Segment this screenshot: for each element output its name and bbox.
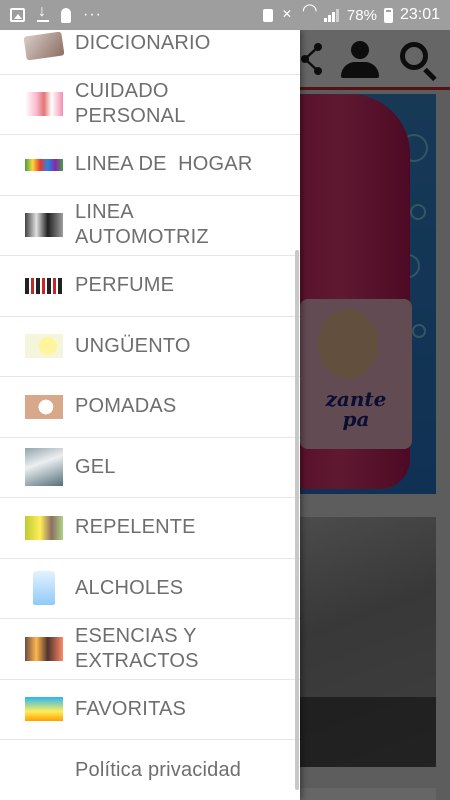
menu-item-label: DICCIONARIO bbox=[75, 32, 211, 55]
menu-item-label: PERFUME bbox=[75, 274, 175, 297]
menu-item-unguento[interactable]: UNGÜENTO bbox=[0, 317, 300, 377]
menu-item-label: LINEA DE HOGAR bbox=[75, 153, 253, 176]
menu-item-politica-privacidad[interactable]: Política privacidad bbox=[0, 740, 300, 800]
favorites-icon bbox=[25, 697, 63, 722]
status-left: ··· bbox=[10, 3, 102, 24]
gallery-icon bbox=[10, 8, 25, 22]
menu-item-label: Política privacidad bbox=[75, 758, 242, 781]
mute-icon bbox=[280, 7, 295, 22]
menu-item-label: FAVORITAS bbox=[75, 697, 187, 720]
battery-percent: 78% bbox=[346, 6, 377, 24]
menu-item-pomadas[interactable]: POMADAS bbox=[0, 377, 300, 438]
menu-item-repelente[interactable]: REPELENTE bbox=[0, 498, 300, 559]
dictionary-icon bbox=[23, 31, 65, 61]
notification-icon bbox=[61, 7, 71, 23]
menu-item-linea-hogar[interactable]: LINEA DE HOGAR bbox=[0, 135, 300, 196]
drawer-scrollbar[interactable] bbox=[295, 250, 299, 790]
personal-care-icon bbox=[25, 92, 63, 117]
menu-item-diccionario[interactable]: DICCIONARIO bbox=[0, 30, 300, 75]
more-notifications-icon: ··· bbox=[83, 6, 102, 23]
clock: 23:01 bbox=[399, 6, 440, 23]
menu-item-gel[interactable]: GEL bbox=[0, 438, 300, 498]
menu-item-label: UNGÜENTO bbox=[75, 334, 191, 357]
battery-icon bbox=[383, 7, 393, 23]
navigation-drawer: DICCIONARIO CUIDADO PERSONAL LINEA DE HO… bbox=[0, 30, 300, 800]
menu-item-label: ESENCIAS Y EXTRACTOS bbox=[75, 624, 199, 672]
lock-icon bbox=[262, 8, 273, 22]
menu-item-favoritas[interactable]: FAVORITAS bbox=[0, 680, 300, 740]
automotive-icon bbox=[25, 213, 63, 238]
status-bar: ··· 78% 23:01 bbox=[0, 0, 450, 30]
perfume-icon bbox=[25, 277, 63, 294]
menu-item-cuidado-personal[interactable]: CUIDADO PERSONAL bbox=[0, 75, 300, 135]
wifi-icon bbox=[302, 0, 318, 22]
ointment-icon bbox=[25, 334, 63, 359]
download-icon bbox=[37, 3, 49, 22]
menu-item-alcholes[interactable]: ALCHOLES bbox=[0, 559, 300, 619]
menu-item-label: POMADAS bbox=[75, 395, 177, 418]
alcohol-icon bbox=[33, 571, 55, 606]
menu-item-label: LINEA AUTOMOTRIZ bbox=[75, 201, 209, 249]
drawer-menu-list: DICCIONARIO CUIDADO PERSONAL LINEA DE HO… bbox=[0, 30, 300, 800]
menu-item-linea-automotriz[interactable]: LINEA AUTOMOTRIZ bbox=[0, 196, 300, 256]
signal-icon bbox=[323, 8, 340, 22]
home-line-icon bbox=[25, 158, 63, 171]
pomade-icon bbox=[25, 394, 63, 419]
menu-item-label: CUIDADO PERSONAL bbox=[75, 80, 186, 128]
menu-item-label: ALCHOLES bbox=[75, 576, 184, 599]
menu-item-perfume[interactable]: PERFUME bbox=[0, 256, 300, 317]
menu-item-label: GEL bbox=[75, 455, 116, 478]
status-right: 78% 23:01 bbox=[262, 0, 440, 24]
repellent-icon bbox=[25, 515, 63, 540]
menu-item-label: REPELENTE bbox=[75, 516, 196, 539]
menu-item-esencias-extractos[interactable]: ESENCIAS Y EXTRACTOS bbox=[0, 619, 300, 680]
gel-icon bbox=[25, 448, 63, 487]
essences-icon bbox=[25, 636, 63, 661]
